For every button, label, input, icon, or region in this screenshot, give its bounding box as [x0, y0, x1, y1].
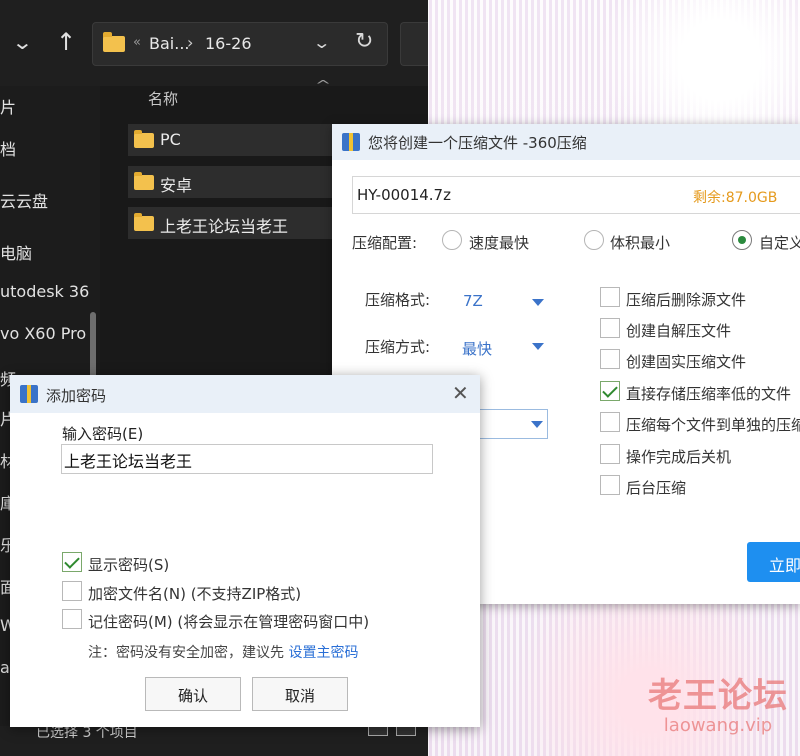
archive-app-icon [342, 133, 360, 151]
option-label[interactable]: 创建自解压文件 [626, 320, 731, 341]
folder-icon [103, 32, 125, 52]
volume-size-select[interactable] [478, 409, 548, 439]
config-label: 压缩配置: [352, 234, 418, 252]
nav-item[interactable]: vo X60 Pro [0, 324, 86, 343]
breadcrumb-separator-icon: › [187, 33, 194, 52]
close-icon[interactable]: ✕ [452, 381, 469, 405]
radio-custom[interactable] [732, 230, 752, 250]
compress-dialog-title: 您将创建一个压缩文件 -360压缩 [368, 134, 587, 152]
method-label: 压缩方式: [365, 338, 431, 356]
folder-icon [134, 172, 154, 190]
method-select[interactable]: 最快 [462, 338, 492, 359]
folder-icon [134, 130, 154, 148]
archive-app-icon [20, 385, 38, 403]
sort-ascending-icon: ^ [314, 78, 332, 92]
checkbox-background[interactable] [600, 475, 620, 495]
option-label[interactable]: 记住密码(M) (将会显示在管理密码窗口中) [88, 611, 369, 632]
format-label: 压缩格式: [365, 291, 431, 309]
compress-dialog-titlebar[interactable]: 您将创建一个压缩文件 -360压缩 [332, 124, 800, 160]
breadcrumb-item[interactable]: 16-26 [205, 34, 252, 53]
file-name: 上老王论坛当老王 [160, 217, 289, 236]
option-label[interactable]: 后台压缩 [626, 477, 686, 498]
file-name: 安卓 [160, 176, 193, 195]
refresh-icon[interactable]: ↻ [355, 29, 373, 54]
start-compress-button[interactable]: 立即 [747, 542, 800, 582]
radio-smallest-size[interactable] [584, 230, 604, 250]
cancel-button[interactable]: 取消 [252, 677, 348, 711]
watermark-text: 老王论坛 [648, 676, 788, 716]
overflow-chevron-icon[interactable]: « [133, 35, 141, 50]
archive-path-field[interactable]: HY-00014.7z 剩余:87.0GB ▼ [352, 176, 800, 214]
checkbox-separate-archives[interactable] [600, 412, 620, 432]
chevron-down-icon[interactable] [532, 343, 544, 350]
option-label[interactable]: 加密文件名(N) (不支持ZIP格式) [88, 583, 301, 604]
format-select[interactable]: 7Z [463, 292, 483, 310]
checkbox-solid-archive[interactable] [600, 349, 620, 369]
option-label[interactable]: 压缩每个文件到单独的压缩 [626, 414, 800, 435]
password-input-label: 输入密码(E) [62, 425, 144, 443]
nav-item[interactable]: utodesk 36 [0, 282, 89, 301]
checkbox-show-password[interactable] [62, 552, 82, 572]
radio-label[interactable]: 体积最小 [610, 232, 670, 253]
chevron-down-icon[interactable]: ⌄ [312, 33, 331, 52]
radio-label[interactable]: 速度最快 [469, 232, 529, 253]
option-label[interactable]: 操作完成后关机 [626, 446, 731, 467]
search-box[interactable] [400, 22, 428, 66]
site-watermark: 老王论坛 laowang.vip [638, 676, 798, 736]
checkbox-store-low-ratio[interactable] [600, 381, 620, 401]
add-password-dialog: 添加密码 ✕ 输入密码(E) 上老王论坛当老王 显示密码(S) 加密文件名(N)… [10, 375, 480, 727]
recent-locations-icon[interactable]: ⌄ [11, 30, 33, 54]
chevron-down-icon[interactable] [531, 421, 543, 428]
note-text: 注：密码没有安全加密，建议先 [88, 645, 284, 661]
chevron-down-icon[interactable] [532, 299, 544, 306]
file-name: PC [160, 130, 181, 149]
checkbox-self-extracting[interactable] [600, 318, 620, 338]
checkbox-delete-source[interactable] [600, 287, 620, 307]
up-arrow-icon[interactable]: ↑ [56, 28, 76, 56]
free-space-label: 剩余:87.0GB [693, 190, 778, 206]
breadcrumb-item[interactable]: Bai... [149, 34, 189, 53]
ok-button[interactable]: 确认 [145, 677, 241, 711]
explorer-toolbar: ⌄ ↑ « Bai... › 16-26 ⌄ ↻ [0, 0, 428, 86]
set-master-password-link[interactable]: 设置主密码 [288, 645, 358, 661]
option-label[interactable]: 显示密码(S) [88, 554, 169, 575]
checkbox-encrypt-filenames[interactable] [62, 581, 82, 601]
nav-item[interactable]: 电脑 [0, 240, 32, 264]
status-bar: 已选择 3 个项目 [0, 720, 428, 756]
password-dialog-title: 添加密码 [46, 387, 107, 405]
column-header-name[interactable]: 名称 [148, 88, 178, 109]
address-bar[interactable]: « Bai... › 16-26 ⌄ ↻ [92, 22, 388, 66]
checkbox-shutdown-after[interactable] [600, 444, 620, 464]
nav-item[interactable]: 片 [0, 94, 16, 118]
radio-label[interactable]: 自定义 [759, 232, 800, 253]
security-note: 注：密码没有安全加密，建议先 设置主密码 [88, 642, 358, 662]
nav-item[interactable]: 档 [0, 136, 16, 160]
checkbox-remember-password[interactable] [62, 609, 82, 629]
password-input[interactable]: 上老王论坛当老王 [61, 444, 433, 474]
archive-filename[interactable]: HY-00014.7z [357, 186, 451, 204]
option-label[interactable]: 直接存储压缩率低的文件 [626, 383, 791, 404]
nav-item[interactable]: 云云盘 [0, 188, 48, 212]
folder-icon [134, 213, 154, 231]
option-label[interactable]: 压缩后删除源文件 [626, 289, 746, 310]
radio-speed-fastest[interactable] [442, 230, 462, 250]
watermark-url: laowang.vip [663, 715, 773, 736]
password-dialog-titlebar[interactable]: 添加密码 ✕ [10, 375, 480, 413]
option-label[interactable]: 创建固实压缩文件 [626, 351, 746, 372]
